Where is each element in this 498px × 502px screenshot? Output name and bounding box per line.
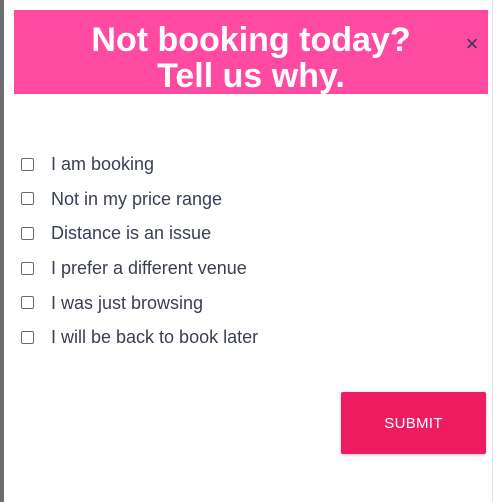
reason-option[interactable]: I prefer a different venue xyxy=(21,251,481,286)
reason-option-label: I am booking xyxy=(51,154,155,175)
reason-checkbox[interactable] xyxy=(21,261,34,275)
reason-option[interactable]: I am booking xyxy=(21,147,481,182)
reason-option[interactable]: I was just browsing xyxy=(21,285,481,320)
reason-option-label: I will be back to book later xyxy=(51,327,259,348)
modal-title-line-2: Tell us why. xyxy=(157,57,345,95)
reason-checkbox[interactable] xyxy=(21,226,34,240)
modal-title-line-1: Not booking today? xyxy=(91,21,411,59)
submit-button[interactable]: SUBMIT xyxy=(341,392,486,454)
reason-option-label: I was just browsing xyxy=(51,292,204,313)
background-edge-right xyxy=(492,0,498,502)
reason-option[interactable]: Distance is an issue xyxy=(21,216,481,251)
reason-option-label: I prefer a different venue xyxy=(51,258,247,279)
reason-checkbox[interactable] xyxy=(21,157,34,171)
reason-option-label: Not in my price range xyxy=(51,188,223,209)
reason-option[interactable]: Not in my price range xyxy=(21,182,481,217)
reason-checkbox[interactable] xyxy=(21,296,34,310)
feedback-modal: Not booking today? Tell us why. × I am b… xyxy=(4,0,492,502)
reason-option[interactable]: I will be back to book later xyxy=(21,320,481,355)
reason-checkbox[interactable] xyxy=(21,192,34,206)
reason-option-label: Distance is an issue xyxy=(51,223,212,244)
close-icon[interactable]: × xyxy=(460,29,484,59)
reason-checkbox[interactable] xyxy=(21,330,34,344)
modal-title: Not booking today? Tell us why. xyxy=(14,22,488,94)
reason-options-list: I am booking Not in my price range Dista… xyxy=(21,147,481,355)
modal-header: Not booking today? Tell us why. × xyxy=(14,10,488,94)
